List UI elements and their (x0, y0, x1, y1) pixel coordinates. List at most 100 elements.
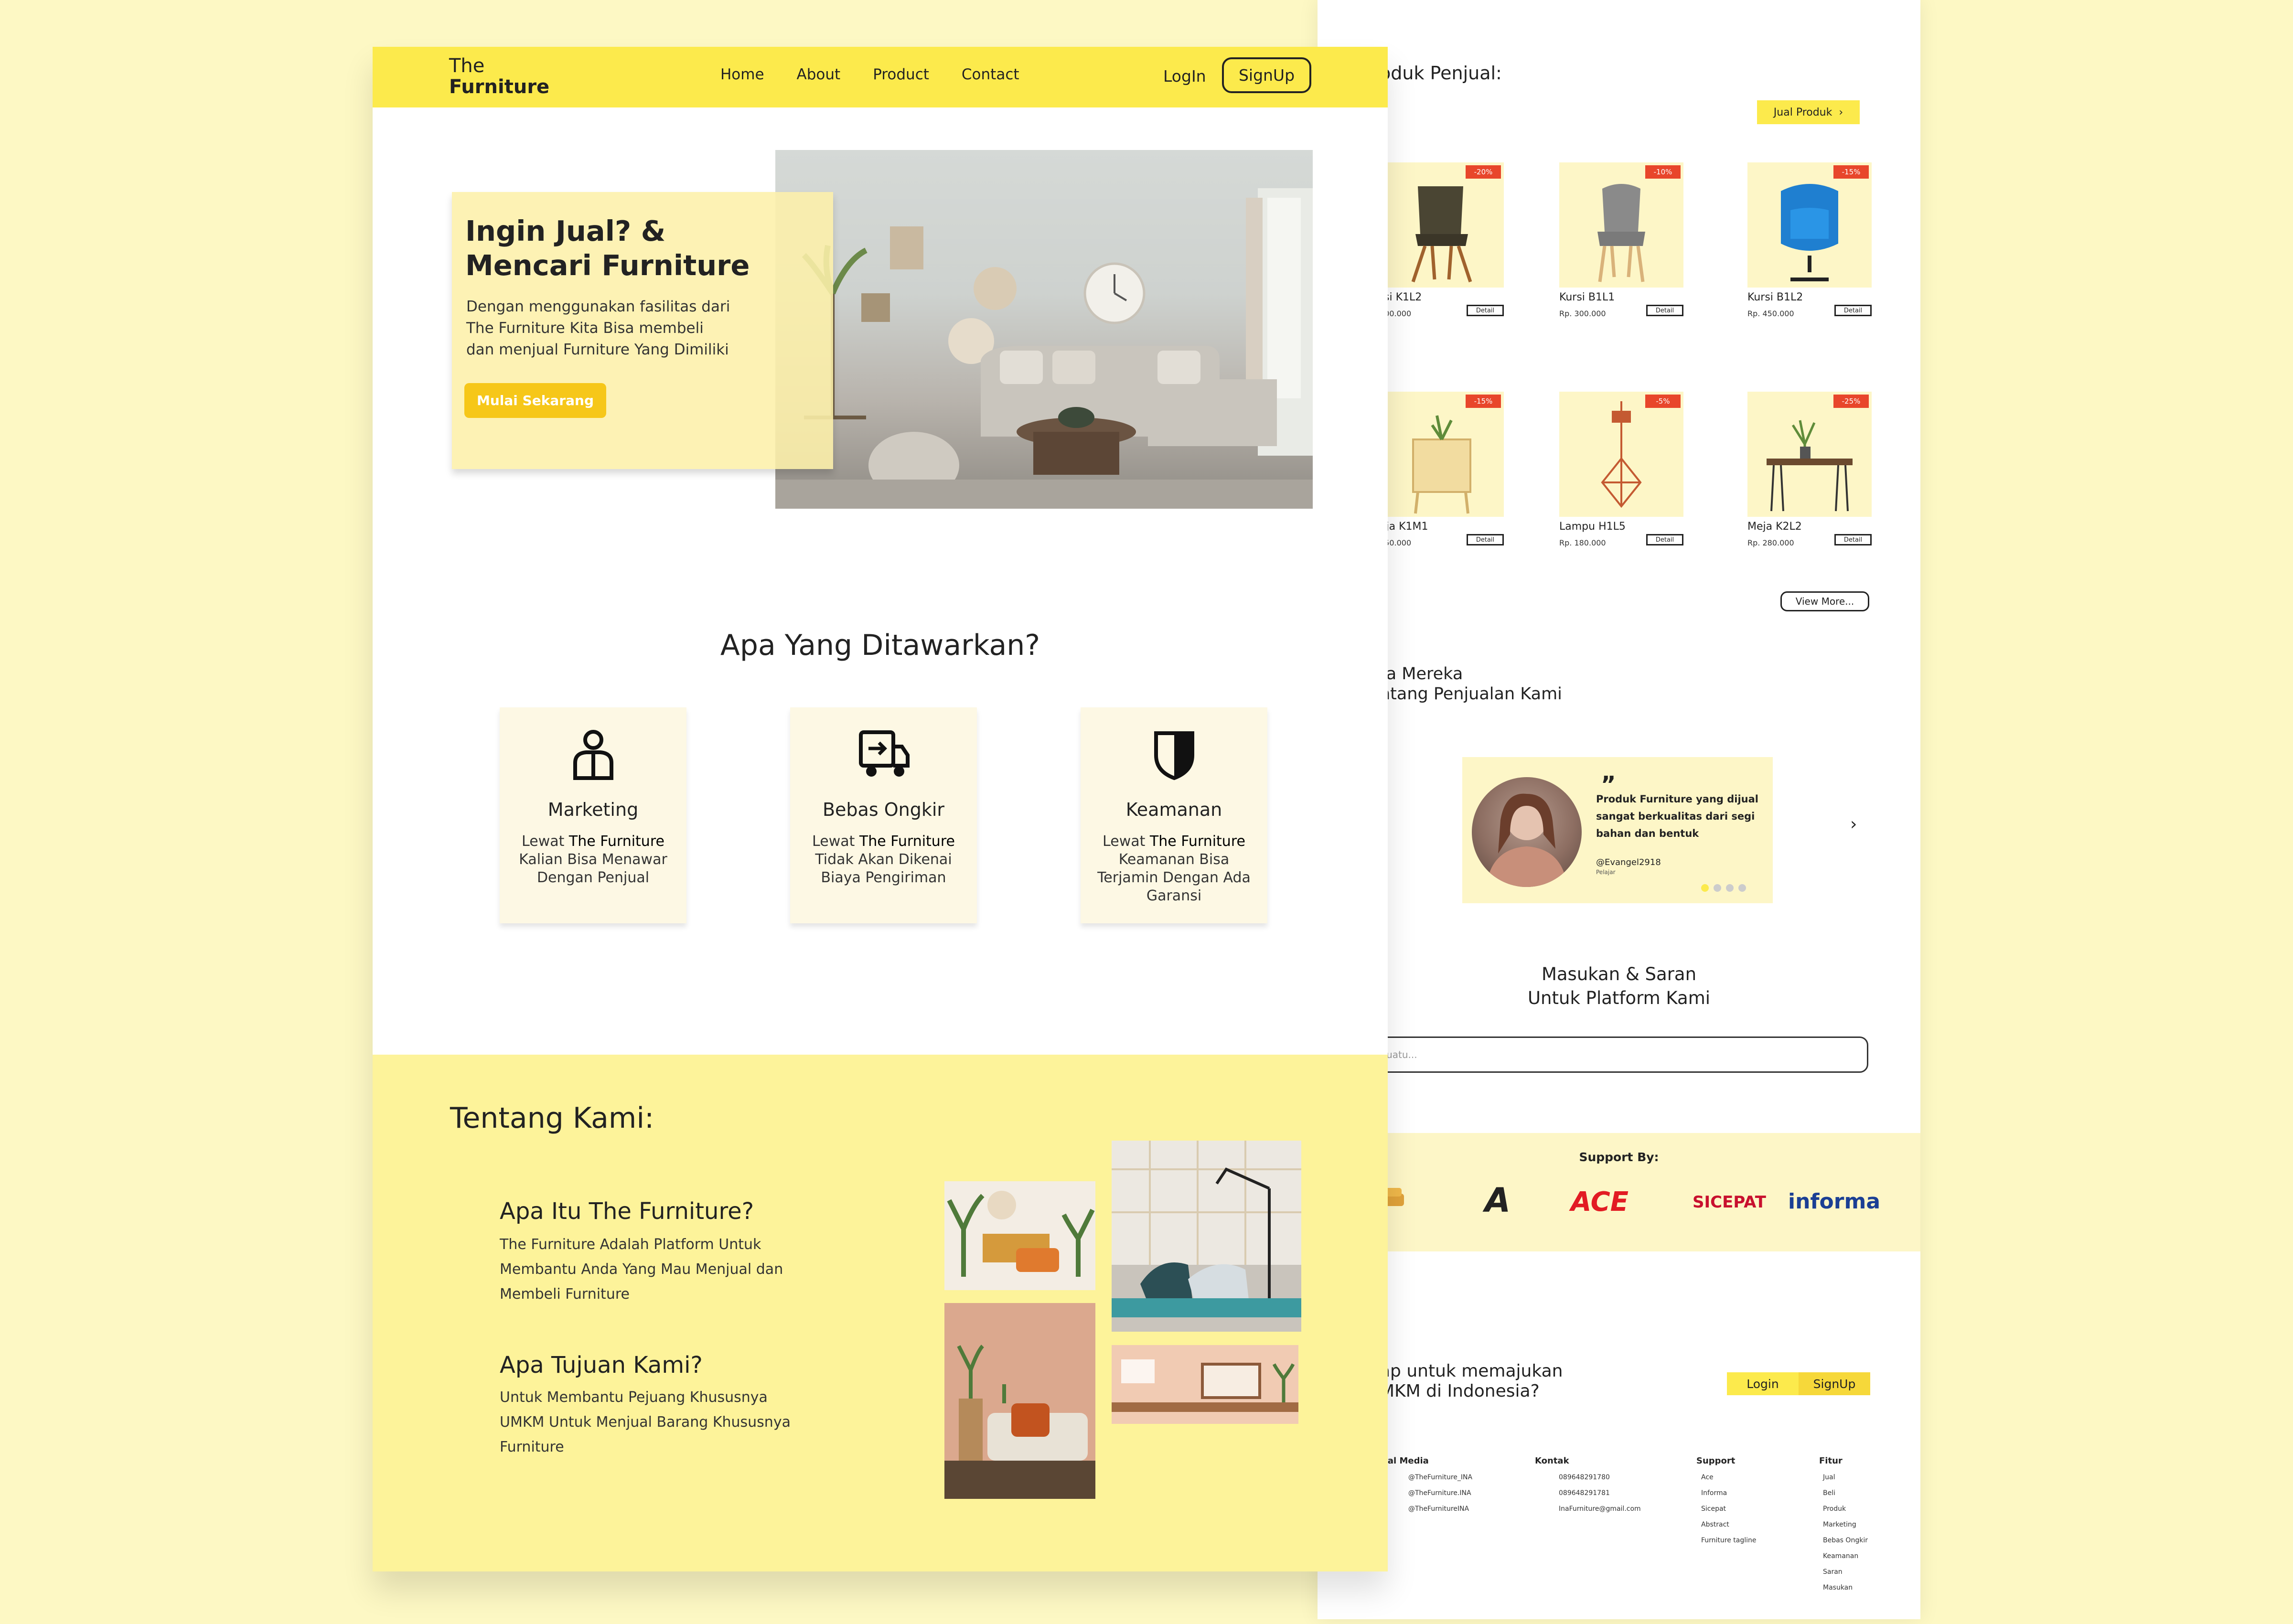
support-section: Support By: A ACE SICEPAT informa (1318, 1133, 1920, 1251)
product-card[interactable]: -10% Kursi B1L1 Rp. 300.000 Detail (1559, 162, 1683, 318)
offer-card-security: Keamanan Lewat The Furniture Keamanan Bi… (1081, 707, 1267, 923)
nav-item-home[interactable]: Home (720, 66, 764, 83)
offer-section-title: Apa Yang Ditawarkan? (720, 629, 1040, 662)
about-section: Tentang Kami: Apa Itu The Furniture? The… (373, 1055, 1388, 1571)
detail-button[interactable]: Detail (1467, 305, 1504, 316)
product-name: Kursi B1L2 (1747, 291, 1803, 303)
feedback-input[interactable]: etik Sesuatu... (1327, 1036, 1868, 1073)
footer-link[interactable]: @TheFurniture_INA (1380, 1474, 1472, 1481)
detail-button[interactable]: Detail (1646, 534, 1683, 545)
testimonial-heading: ta Mereka ntang Penjualan Kami (1380, 664, 1562, 704)
carousel-dot[interactable] (1738, 884, 1746, 892)
discount-badge: -15% (1466, 395, 1501, 408)
about-answer-1: The Furniture Adalah Platform Untuk Memb… (500, 1236, 783, 1303)
discount-badge: -15% (1833, 165, 1869, 179)
detail-button[interactable]: Detail (1834, 305, 1872, 316)
login-button[interactable]: Login (1727, 1372, 1799, 1395)
discount-badge: -10% (1645, 165, 1681, 179)
chair-image (1411, 186, 1472, 283)
interior-photo (944, 1303, 1095, 1499)
discount-badge: -20% (1466, 165, 1501, 179)
signup-button[interactable]: SignUp (1799, 1372, 1870, 1395)
footer-link[interactable]: Saran (1819, 1568, 1868, 1576)
nav-menu: Home About Product Contact (720, 66, 1019, 83)
footer-link[interactable]: @TheFurniture.INA (1380, 1489, 1472, 1497)
offer-card-desc: Lewat The Furniture Tidak Akan Dikenai B… (812, 833, 955, 886)
discount-badge: -5% (1645, 395, 1681, 408)
nav-item-contact[interactable]: Contact (962, 66, 1019, 83)
shield-icon (1154, 731, 1194, 780)
footer-link[interactable]: Furniture tagline (1696, 1537, 1757, 1544)
footer-link[interactable]: 089648291781 (1535, 1489, 1641, 1497)
carousel-dot[interactable] (1726, 884, 1734, 892)
secondary-page-panel: oduk Penjual: Jual Produk › -20% rsi K1L… (1318, 0, 1920, 1619)
view-more-button[interactable]: View More... (1780, 591, 1869, 611)
product-card[interactable]: -15% Kursi B1L2 Rp. 450.000 Detail (1747, 162, 1872, 318)
interior-photo (1112, 1345, 1298, 1424)
product-card[interactable]: -25% Meja K2L2 Rp. 280.000 Detail (1747, 392, 1872, 547)
product-name: eja K1M1 (1380, 521, 1428, 533)
logo[interactable]: The Furniture (449, 55, 549, 97)
chevron-right-icon: › (1839, 106, 1843, 118)
footer-link[interactable]: InaFurniture@gmail.com (1535, 1505, 1641, 1513)
user-icon (573, 730, 613, 780)
footer-social: sial Media @TheFurniture_INA @TheFurnitu… (1380, 1456, 1473, 1513)
nav-item-product[interactable]: Product (873, 66, 929, 83)
signup-button[interactable]: SignUp (1222, 57, 1311, 93)
chevron-right-icon[interactable]: › (1850, 814, 1857, 834)
footer-link[interactable]: Beli (1819, 1489, 1868, 1497)
about-answer-2: Untuk Membantu Pejuang Khususnya UMKM Un… (500, 1389, 791, 1455)
living-room-illustration (775, 188, 1313, 509)
offer-card-title: Bebas Ongkir (822, 799, 945, 820)
about-title: Tentang Kami: (450, 1101, 654, 1135)
login-link[interactable]: LogIn (1163, 67, 1206, 85)
product-card[interactable]: -5% Lampu H1L5 Rp. 180.000 Detail (1559, 392, 1683, 547)
product-card[interactable]: -15% eja K1M1 250.000 Detail (1380, 392, 1504, 547)
navbar: The Furniture Home About Product Contact … (373, 47, 1388, 107)
product-card[interactable]: -20% rsi K1L2 200.000 Detail (1380, 162, 1504, 318)
detail-button[interactable]: Detail (1467, 534, 1504, 545)
testimonial-text: Produk Furniture yang dijual sangat berk… (1596, 793, 1758, 839)
discount-badge: -25% (1833, 395, 1869, 408)
nav-item-about[interactable]: About (797, 66, 841, 83)
start-now-button[interactable]: Mulai Sekarang (464, 383, 606, 418)
footer-link[interactable]: @TheFurnitureINA (1380, 1505, 1472, 1513)
footer-link[interactable]: Produk (1819, 1505, 1868, 1513)
footer-link[interactable]: Marketing (1819, 1521, 1868, 1528)
offer-card-marketing: Marketing Lewat The Furniture Kalian Bis… (500, 707, 686, 923)
about-question-2: Apa Tujuan Kami? (500, 1352, 703, 1378)
carousel-dot[interactable] (1714, 884, 1721, 892)
table-image (1767, 420, 1853, 512)
lamp-image (1601, 401, 1642, 508)
footer-link[interactable]: Jual (1819, 1474, 1868, 1481)
footer-link[interactable]: Bebas Ongkir (1819, 1537, 1868, 1544)
detail-button[interactable]: Detail (1646, 305, 1683, 316)
offer-card-title: Keamanan (1125, 799, 1222, 820)
testimonial-user: @Evangel2918 (1596, 857, 1661, 867)
testimonial-card: ” Produk Furniture yang dijual sangat be… (1462, 757, 1773, 903)
sell-product-button[interactable]: Jual Produk › (1757, 100, 1860, 124)
product-name: rsi K1L2 (1380, 291, 1422, 303)
offer-card-shipping: Bebas Ongkir Lewat The Furniture Tidak A… (790, 707, 977, 923)
offer-card-desc: Lewat The Furniture Keamanan Bisa Terjam… (1097, 833, 1251, 904)
brand-logo: A (1485, 1181, 1511, 1220)
nightstand-image (1412, 415, 1471, 514)
brand-logo: SICEPAT (1693, 1193, 1766, 1212)
testimonial-role: Pelajar (1596, 869, 1616, 876)
living-room-photo (775, 150, 1313, 509)
cta-question: ap untuk memajukan MKM di Indonesia? (1380, 1361, 1563, 1401)
carousel-dots[interactable] (1701, 884, 1746, 892)
footer-support: Support Ace Informa Sicepat Abstract Fur… (1696, 1456, 1757, 1544)
about-question-1: Apa Itu The Furniture? (500, 1198, 754, 1225)
footer-link[interactable]: Ace (1696, 1474, 1757, 1481)
footer-link[interactable]: Keamanan (1819, 1552, 1868, 1560)
offer-card-desc: Lewat The Furniture Kalian Bisa Menawar … (519, 833, 667, 886)
footer-link[interactable]: 089648291780 (1535, 1474, 1641, 1481)
footer-link[interactable]: Masukan (1819, 1584, 1868, 1592)
footer-link[interactable]: Abstract (1696, 1521, 1757, 1528)
carousel-dot[interactable] (1701, 884, 1709, 892)
detail-button[interactable]: Detail (1834, 534, 1872, 545)
footer-link[interactable]: Informa (1696, 1489, 1757, 1497)
avatar (1472, 777, 1582, 887)
footer-link[interactable]: Sicepat (1696, 1505, 1757, 1513)
